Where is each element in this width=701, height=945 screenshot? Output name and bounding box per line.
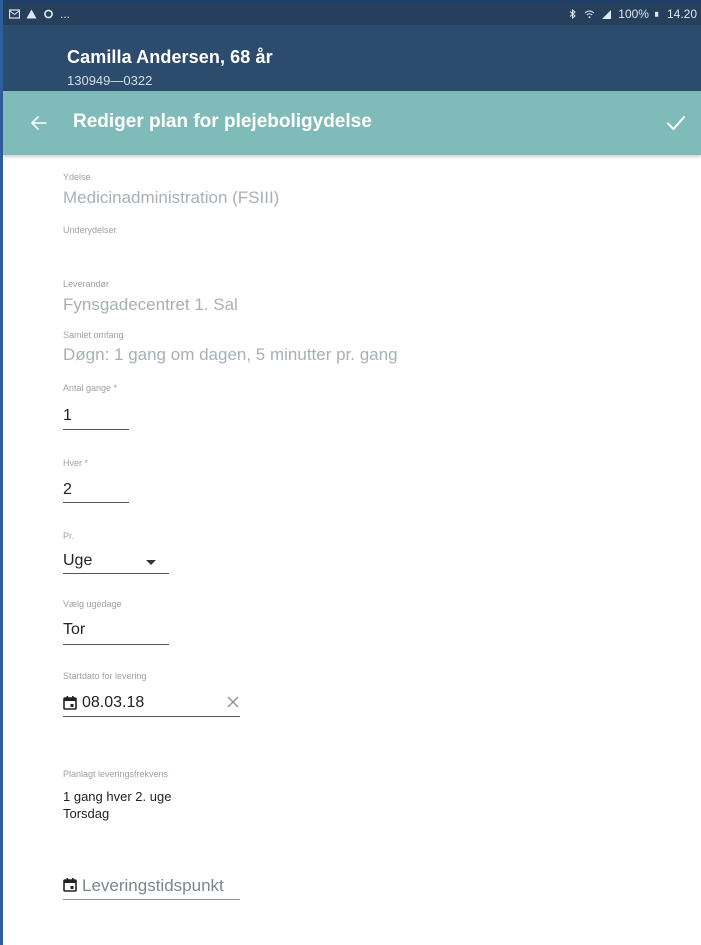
leverandor-value: Fynsgadecentret 1. Sal (63, 295, 238, 314)
hver-input[interactable]: 2 (63, 481, 72, 499)
bluetooth-icon (569, 9, 577, 19)
startdato-input[interactable]: 08.03.18 (82, 694, 144, 712)
status-bar-notifications: ... (9, 7, 70, 21)
chevron-down-icon[interactable] (146, 560, 156, 565)
app-bar: Rediger plan for plejeboligydelse (3, 91, 701, 155)
warning-icon (26, 9, 37, 19)
check-icon[interactable] (663, 110, 689, 136)
frekvens-line1: 1 gang hver 2. uge (63, 789, 172, 804)
hver-label: Hver * (63, 458, 89, 468)
arrow-back-icon[interactable] (27, 111, 51, 135)
ugedage-select[interactable]: Tor (63, 621, 85, 639)
message-icon (9, 9, 20, 19)
frekvens-label: Planlagt leveringsfrekvens (63, 769, 169, 779)
patient-cpr: 130949—0322 (67, 73, 153, 88)
pr-select[interactable]: Uge (63, 552, 92, 570)
antal-gange-underline (63, 429, 129, 430)
battery-percent: 100% (618, 7, 649, 21)
wifi-icon (584, 10, 595, 19)
calendar-icon[interactable] (63, 696, 77, 710)
ydelse-label: Ydelse (63, 172, 91, 182)
battery-icon (654, 11, 659, 17)
ugedage-underline (63, 644, 169, 645)
hver-underline (63, 502, 129, 503)
antal-gange-input[interactable]: 1 (63, 407, 72, 425)
antal-gange-label: Antal gange * (63, 383, 118, 393)
ydelse-value: Medicinadministration (FSIII) (63, 188, 280, 207)
calendar-icon[interactable] (63, 878, 77, 892)
underydelser-label: Underydelser (63, 225, 117, 235)
patient-name: Camilla Andersen, 68 år (67, 47, 273, 67)
sync-icon (44, 9, 53, 19)
status-bar: ... 100% 14.20 (3, 3, 701, 25)
leveringstidspunkt-underline (63, 899, 240, 900)
samlet-omfang-label: Samlet omfang (63, 330, 124, 340)
pr-underline (63, 573, 169, 574)
leveringstidspunkt-input[interactable]: Leveringstidspunkt (82, 876, 224, 896)
status-bar-system: 100% 14.20 (567, 7, 697, 21)
startdato-label: Startdato for levering (63, 671, 147, 681)
clock: 14.20 (666, 7, 697, 21)
close-icon[interactable] (226, 695, 240, 709)
patient-header: Camilla Andersen, 68 år 130949—0322 (3, 25, 701, 91)
status-bar-more: ... (60, 7, 71, 21)
page-title: Rediger plan for plejeboligydelse (73, 111, 372, 132)
samlet-omfang-value: Døgn: 1 gang om dagen, 5 minutter pr. ga… (63, 345, 398, 364)
leverandor-label: Leverandør (63, 279, 110, 289)
ugedage-label: Vælg ugedage (63, 599, 122, 609)
frekvens-line2: Torsdag (63, 806, 110, 821)
signal-icon (602, 10, 612, 19)
startdato-underline (63, 716, 240, 717)
pr-label: Pr. (63, 531, 75, 541)
